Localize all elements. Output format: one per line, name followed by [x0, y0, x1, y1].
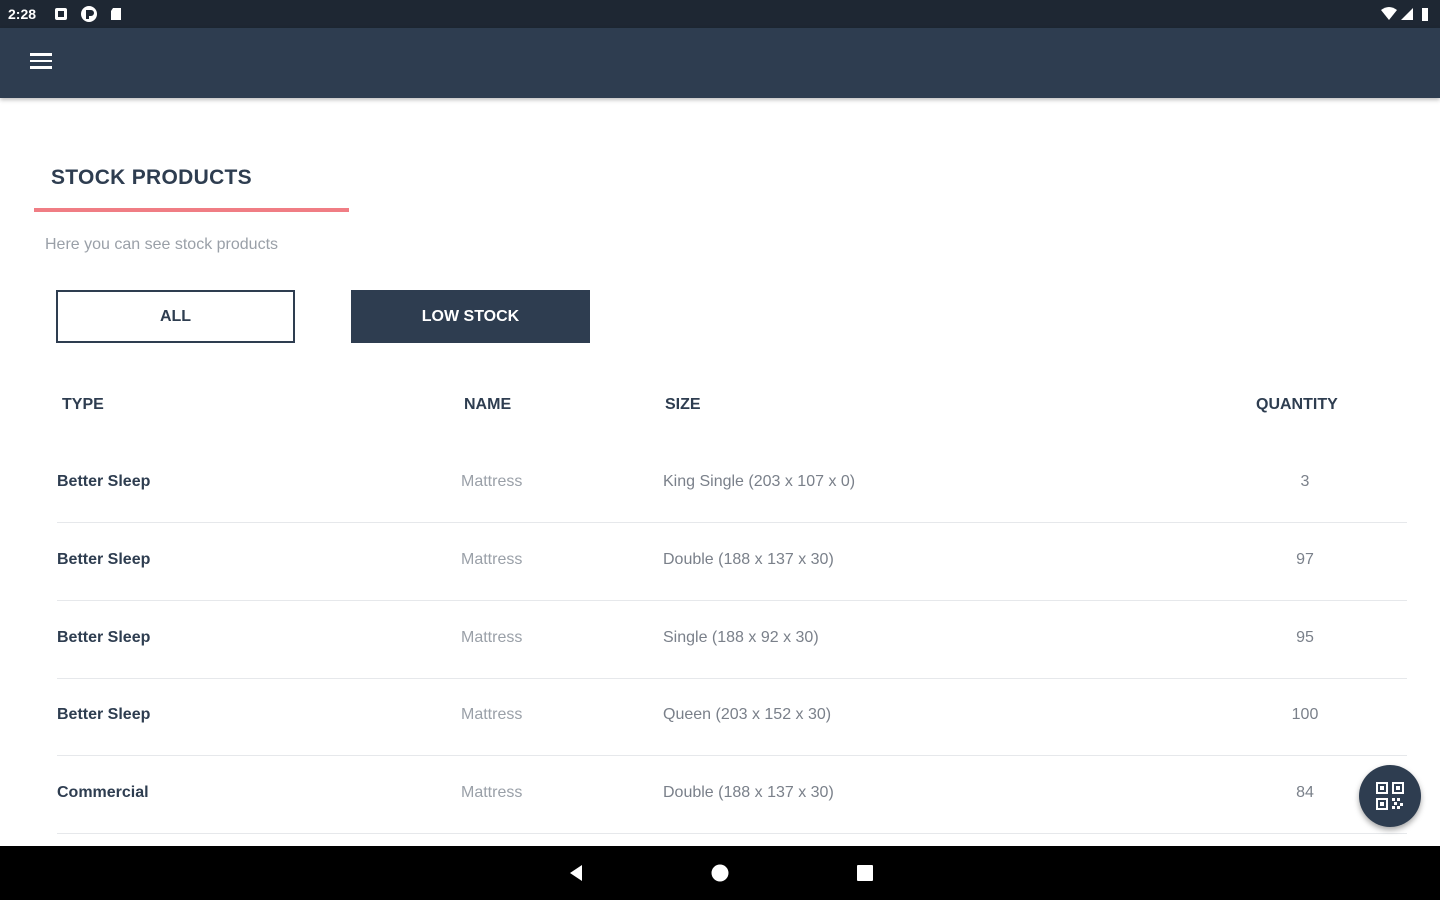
- filter-all-button[interactable]: ALL: [56, 290, 295, 343]
- back-triangle-icon: [570, 865, 582, 881]
- status-bar: 2:28: [0, 0, 1440, 28]
- nav-home-button[interactable]: [690, 846, 750, 900]
- cell-size: Double (188 x 137 x 30): [663, 551, 834, 568]
- home-circle-icon: [711, 864, 729, 882]
- cell-quantity: 84: [1296, 784, 1314, 801]
- table-row[interactable]: Better Sleep Mattress Queen (203 x 152 x…: [57, 678, 1407, 756]
- wifi-icon: [1381, 7, 1397, 20]
- page-subtitle: Here you can see stock products: [45, 236, 279, 253]
- hamburger-menu-icon[interactable]: [30, 53, 52, 73]
- nav-back-button[interactable]: [546, 846, 606, 900]
- table-row[interactable]: Better Sleep Mattress King Single (203 x…: [57, 445, 1407, 523]
- notification-icon: [55, 8, 67, 20]
- nav-recents-button[interactable]: [835, 846, 895, 900]
- cell-name: Mattress: [461, 784, 523, 801]
- cell-name: Mattress: [461, 473, 523, 490]
- cell-quantity: 100: [1291, 706, 1319, 723]
- sd-card-icon: [111, 8, 121, 20]
- recents-square-icon: [857, 865, 873, 881]
- app-notification-icon: [81, 6, 97, 22]
- filter-low-stock-button[interactable]: LOW STOCK: [351, 290, 590, 343]
- cell-type: Better Sleep: [57, 551, 151, 568]
- column-header-quantity[interactable]: QUANTITY: [1256, 396, 1338, 414]
- cell-type: Better Sleep: [57, 629, 151, 646]
- page-title: STOCK PRODUCTS: [51, 166, 252, 189]
- cell-type: Better Sleep: [57, 706, 151, 723]
- cell-quantity: 3: [1300, 473, 1310, 490]
- cell-size: Double (188 x 137 x 30): [663, 784, 834, 801]
- battery-icon: [1422, 8, 1428, 21]
- system-nav-bar: [0, 846, 1440, 900]
- cell-size: King Single (203 x 107 x 0): [663, 473, 856, 490]
- table-row[interactable]: Commercial Mattress Double (188 x 137 x …: [57, 756, 1407, 834]
- cell-size: Single (188 x 92 x 30): [663, 629, 819, 646]
- status-time: 2:28: [8, 6, 37, 22]
- qr-code-icon: [1376, 782, 1404, 810]
- column-header-name[interactable]: NAME: [464, 396, 511, 414]
- cell-quantity: 95: [1296, 629, 1314, 646]
- cell-name: Mattress: [461, 706, 523, 723]
- cell-quantity: 97: [1296, 551, 1314, 568]
- title-underline: [34, 208, 349, 212]
- cell-type: Commercial: [57, 784, 149, 801]
- table-row[interactable]: Better Sleep Mattress Double (188 x 137 …: [57, 523, 1407, 601]
- qr-scan-button[interactable]: [1359, 765, 1421, 827]
- cell-signal-icon: [1401, 8, 1413, 20]
- table-row[interactable]: Better Sleep Mattress Single (188 x 92 x…: [57, 601, 1407, 679]
- cell-size: Queen (203 x 152 x 30): [663, 706, 832, 723]
- column-header-size[interactable]: SIZE: [665, 396, 701, 414]
- cell-name: Mattress: [461, 551, 523, 568]
- app-bar: [0, 28, 1440, 98]
- cell-name: Mattress: [461, 629, 523, 646]
- column-header-type[interactable]: TYPE: [62, 396, 104, 414]
- main-content: STOCK PRODUCTS Here you can see stock pr…: [0, 98, 1440, 846]
- cell-type: Better Sleep: [57, 473, 151, 490]
